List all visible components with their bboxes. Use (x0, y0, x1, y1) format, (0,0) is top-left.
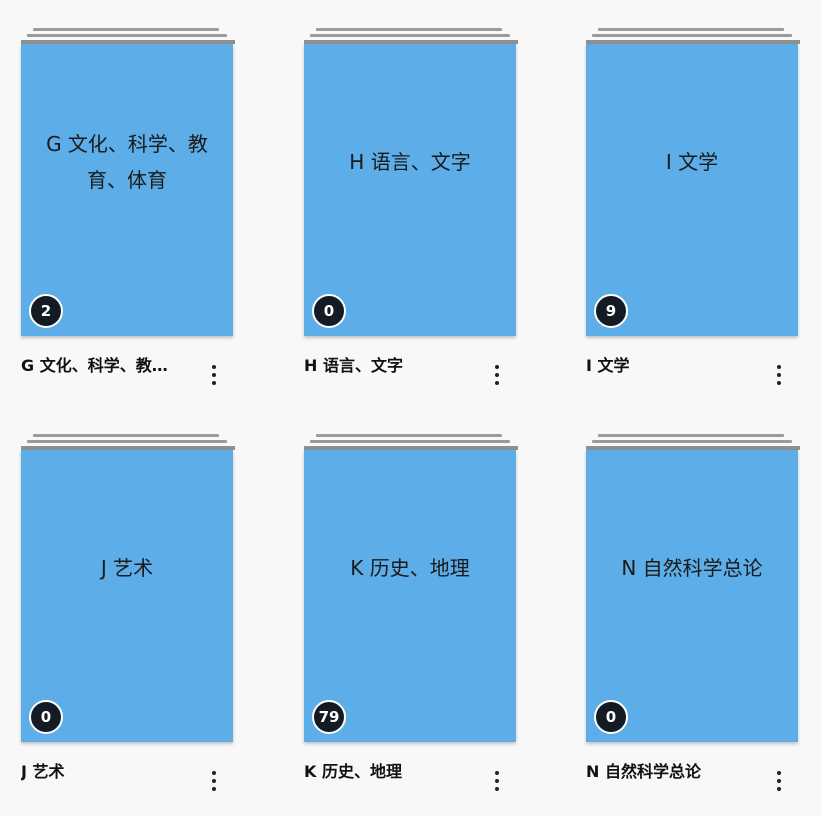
more-vertical-icon (212, 365, 216, 385)
category-card-i[interactable]: I 文学 9 I 文学 (586, 28, 800, 398)
category-cover[interactable]: J 艺术 0 (21, 450, 233, 742)
category-label[interactable]: K 历史、地理 (304, 758, 464, 782)
more-options-button[interactable] (201, 766, 227, 796)
more-options-button[interactable] (201, 360, 227, 390)
count-badge: 0 (29, 700, 63, 734)
more-options-button[interactable] (484, 766, 510, 796)
more-options-button[interactable] (484, 360, 510, 390)
cover-title: G 文化、科学、教育、体育 (46, 132, 208, 192)
category-cover[interactable]: G 文化、科学、教育、体育 2 (21, 44, 233, 336)
category-cover[interactable]: K 历史、地理 79 (304, 450, 516, 742)
more-options-button[interactable] (766, 766, 792, 796)
category-card-g[interactable]: G 文化、科学、教育、体育 2 G 文化、科学、教育、体育 (21, 28, 235, 398)
more-options-button[interactable] (766, 360, 792, 390)
cover-title: K 历史、地理 (350, 556, 470, 580)
more-vertical-icon (495, 365, 499, 385)
category-label[interactable]: N 自然科学总论 (586, 758, 746, 782)
more-vertical-icon (777, 365, 781, 385)
category-card-h[interactable]: H 语言、文字 0 H 语言、文字 (304, 28, 518, 398)
category-label[interactable]: H 语言、文字 (304, 352, 464, 376)
cover-title: J 艺术 (100, 556, 154, 580)
category-grid: G 文化、科学、教育、体育 2 G 文化、科学、教育、体育 H 语言、文字 0 … (0, 0, 822, 816)
count-badge: 0 (594, 700, 628, 734)
count-badge: 0 (312, 294, 346, 328)
count-badge: 2 (29, 294, 63, 328)
category-card-n[interactable]: N 自然科学总论 0 N 自然科学总论 (586, 434, 800, 804)
category-cover[interactable]: I 文学 9 (586, 44, 798, 336)
count-badge: 9 (594, 294, 628, 328)
category-card-j[interactable]: J 艺术 0 J 艺术 (21, 434, 235, 804)
category-label[interactable]: I 文学 (586, 352, 746, 376)
more-vertical-icon (777, 771, 781, 791)
more-vertical-icon (495, 771, 499, 791)
category-card-k[interactable]: K 历史、地理 79 K 历史、地理 (304, 434, 518, 804)
category-cover[interactable]: N 自然科学总论 0 (586, 450, 798, 742)
count-badge: 79 (312, 700, 346, 734)
cover-title: I 文学 (665, 150, 719, 174)
category-label[interactable]: J 艺术 (21, 758, 181, 782)
cover-title: N 自然科学总论 (621, 556, 763, 580)
cover-title: H 语言、文字 (349, 150, 471, 174)
category-cover[interactable]: H 语言、文字 0 (304, 44, 516, 336)
more-vertical-icon (212, 771, 216, 791)
category-label[interactable]: G 文化、科学、教育、体育 (21, 352, 181, 376)
